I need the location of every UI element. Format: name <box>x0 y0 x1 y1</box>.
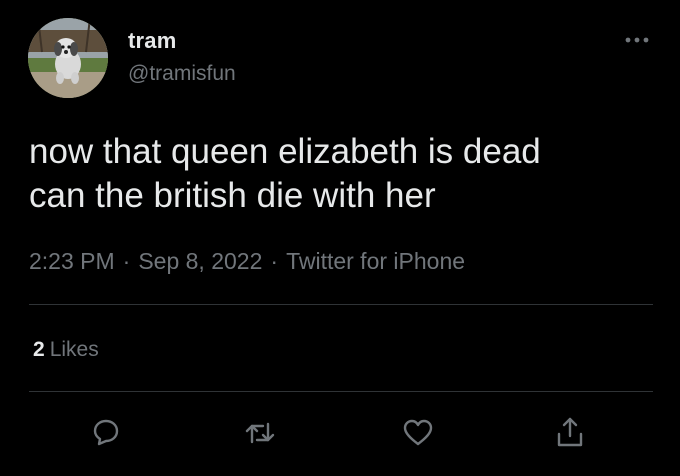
likes-count: 2 <box>33 338 45 361</box>
likes-label: Likes <box>49 338 99 361</box>
more-horizontal-icon[interactable] <box>622 30 652 50</box>
meta-separator: · <box>270 248 279 274</box>
share-icon[interactable] <box>552 415 588 451</box>
user-handle[interactable]: @tramisfun <box>128 62 236 86</box>
meta-separator: · <box>122 248 131 274</box>
heart-icon[interactable] <box>400 415 436 451</box>
divider <box>29 391 653 392</box>
tweet-text: now that queen elizabeth is dead can the… <box>29 132 541 215</box>
tweet-metadata: 2:23 PM · Sep 8, 2022 · Twitter for iPhone <box>29 248 465 275</box>
likes-summary[interactable]: 2 Likes <box>33 338 99 362</box>
tweet-card: tram @tramisfun now that queen elizabeth… <box>0 0 680 476</box>
avatar[interactable] <box>28 18 108 98</box>
tweet-source[interactable]: Twitter for iPhone <box>286 248 465 274</box>
tweet-date[interactable]: Sep 8, 2022 <box>138 248 262 274</box>
reply-icon[interactable] <box>88 415 124 451</box>
retweet-icon[interactable] <box>242 415 278 451</box>
tweet-time[interactable]: 2:23 PM <box>29 248 115 274</box>
divider <box>29 304 653 305</box>
display-name[interactable]: tram <box>128 28 177 54</box>
